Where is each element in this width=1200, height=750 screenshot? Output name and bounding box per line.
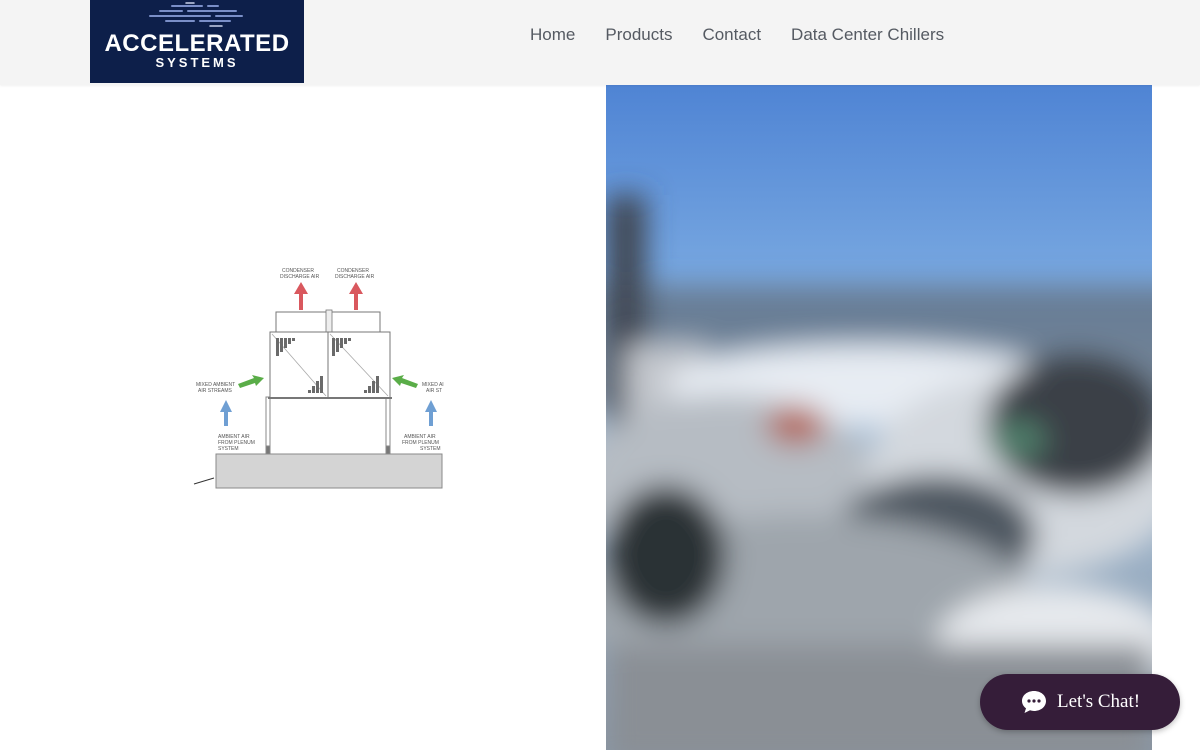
unit-legs [265, 396, 391, 455]
nav-item-contact[interactable]: Contact [702, 25, 761, 45]
chat-bubble-icon [1022, 691, 1046, 713]
mixed-right-label-2: AIR ST [426, 388, 442, 394]
logo-lines-icon [149, 2, 243, 27]
chat-label: Let's Chat! [1057, 691, 1141, 712]
mixed-left-label-2: AIR STREAMS [198, 388, 233, 394]
ambient-air-arrows [220, 400, 437, 426]
brand-subname: SYSTEMS [155, 55, 239, 70]
main-nav: Home Products Contact Data Center Chille… [530, 0, 944, 70]
nav-item-products[interactable]: Products [605, 25, 672, 45]
brand-logo[interactable]: ACCELERATED SYSTEMS [90, 0, 304, 83]
ambient-right-label-3: SYSTEM [420, 446, 441, 452]
airflow-diagram: CONDENSER DISCHARGE AIR CONDENSER DISCHA… [190, 262, 450, 494]
pointer-line [193, 477, 215, 485]
discharge-left-label-2: DISCHARGE AIR [280, 274, 320, 280]
discharge-arrows [294, 282, 363, 310]
ground-slab [215, 453, 443, 489]
discharge-right-label-2: DISCHARGE AIR [335, 274, 375, 280]
blurred-outdoor-photo [606, 85, 1152, 750]
lets-chat-button[interactable]: Let's Chat! [980, 674, 1180, 730]
nav-item-home[interactable]: Home [530, 25, 575, 45]
nav-item-data-center-chillers[interactable]: Data Center Chillers [791, 25, 944, 45]
site-header: ACCELERATED SYSTEMS Home Products Contac… [0, 0, 1200, 85]
ambient-left-label-3: SYSTEM [218, 446, 239, 452]
